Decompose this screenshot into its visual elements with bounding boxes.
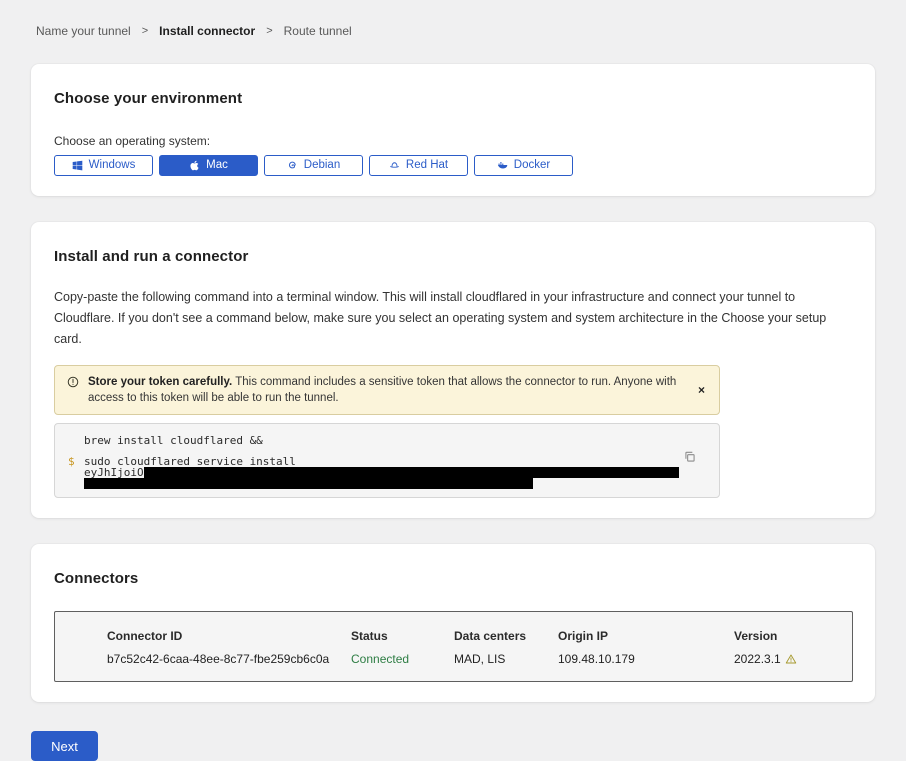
os-button-debian[interactable]: Debian (264, 155, 363, 176)
breadcrumb: Name your tunnel > Install connector > R… (31, 0, 875, 38)
breadcrumb-separator: > (142, 25, 148, 37)
version-number: 2022.3.1 (734, 652, 781, 666)
os-button-redhat[interactable]: Red Hat (369, 155, 468, 176)
code-gutter (68, 467, 84, 478)
token-warning-banner: Store your token carefully. This command… (54, 365, 720, 415)
info-circle-icon (67, 376, 79, 406)
version-value: 2022.3.1 (734, 652, 805, 666)
os-button-label: Docker (514, 160, 550, 172)
connector-id-value: b7c52c42-6caa-48ee-8c77-fbe259cb6c0a (107, 652, 351, 666)
os-button-windows[interactable]: Windows (54, 155, 153, 176)
windows-icon (72, 160, 83, 171)
redacted-token-bar (84, 478, 533, 489)
connectors-table: Connector ID Status Data centers Origin … (54, 611, 853, 682)
installer-card: Install and run a connector Copy-paste t… (31, 222, 875, 518)
environment-card-title: Choose your environment (54, 90, 852, 107)
status-badge: Connected (351, 652, 454, 666)
warning-title: Store your token carefully. (88, 376, 232, 388)
code-text: brew install cloudflared && (84, 435, 263, 446)
next-button[interactable]: Next (31, 731, 98, 761)
os-button-label: Windows (89, 160, 136, 172)
apple-icon (189, 160, 200, 171)
col-version: Version (734, 629, 785, 643)
breadcrumb-route-tunnel[interactable]: Route tunnel (284, 24, 352, 38)
code-line: eyJhIjoiO (68, 467, 679, 478)
col-connector-id: Connector ID (107, 629, 351, 643)
os-button-mac[interactable]: Mac (159, 155, 258, 176)
os-button-docker[interactable]: Docker (474, 155, 573, 176)
redacted-token-bar (144, 467, 679, 478)
connectors-card-title: Connectors (54, 570, 852, 587)
redhat-icon (389, 160, 400, 171)
installer-description: Copy-paste the following command into a … (54, 287, 852, 350)
code-line: $sudo cloudflared service install (68, 456, 679, 467)
origin-ip-value: 109.48.10.179 (558, 652, 734, 666)
environment-card: Choose your environment Choose an operat… (31, 64, 875, 196)
warning-text: Store your token carefully. This command… (88, 374, 685, 406)
col-origin-ip: Origin IP (558, 629, 734, 643)
warning-triangle-icon (785, 653, 797, 665)
data-centers-value: MAD, LIS (454, 652, 558, 666)
os-button-label: Red Hat (406, 160, 448, 172)
col-status: Status (351, 629, 454, 643)
shell-prompt: $ (68, 456, 84, 467)
connectors-card: Connectors Connector ID Status Data cent… (31, 544, 875, 702)
os-button-label: Debian (304, 160, 340, 172)
token-prefix: eyJhIjoiO (84, 467, 144, 478)
code-line: brew install cloudflared && (68, 435, 679, 446)
terminal-command-block: brew install cloudflared && $sudo cloudf… (54, 423, 720, 498)
docker-icon (497, 160, 508, 171)
breadcrumb-separator: > (266, 25, 272, 37)
installer-card-title: Install and run a connector (54, 248, 852, 265)
os-select-label: Choose an operating system: (54, 134, 852, 148)
close-icon[interactable]: × (694, 382, 709, 398)
page: Name your tunnel > Install connector > R… (0, 0, 906, 761)
code-gutter (68, 435, 84, 446)
table-header-row: Connector ID Status Data centers Origin … (107, 629, 852, 643)
os-button-group: Windows Mac Debian Red Hat (54, 155, 852, 176)
os-button-label: Mac (206, 160, 228, 172)
breadcrumb-install-connector[interactable]: Install connector (159, 24, 255, 38)
col-data-centers: Data centers (454, 629, 558, 643)
debian-icon (287, 160, 298, 171)
code-line (68, 478, 679, 489)
copy-icon[interactable] (683, 450, 697, 464)
breadcrumb-name-your-tunnel[interactable]: Name your tunnel (36, 24, 131, 38)
code-gutter (68, 478, 84, 489)
table-row: b7c52c42-6caa-48ee-8c77-fbe259cb6c0a Con… (107, 652, 852, 666)
